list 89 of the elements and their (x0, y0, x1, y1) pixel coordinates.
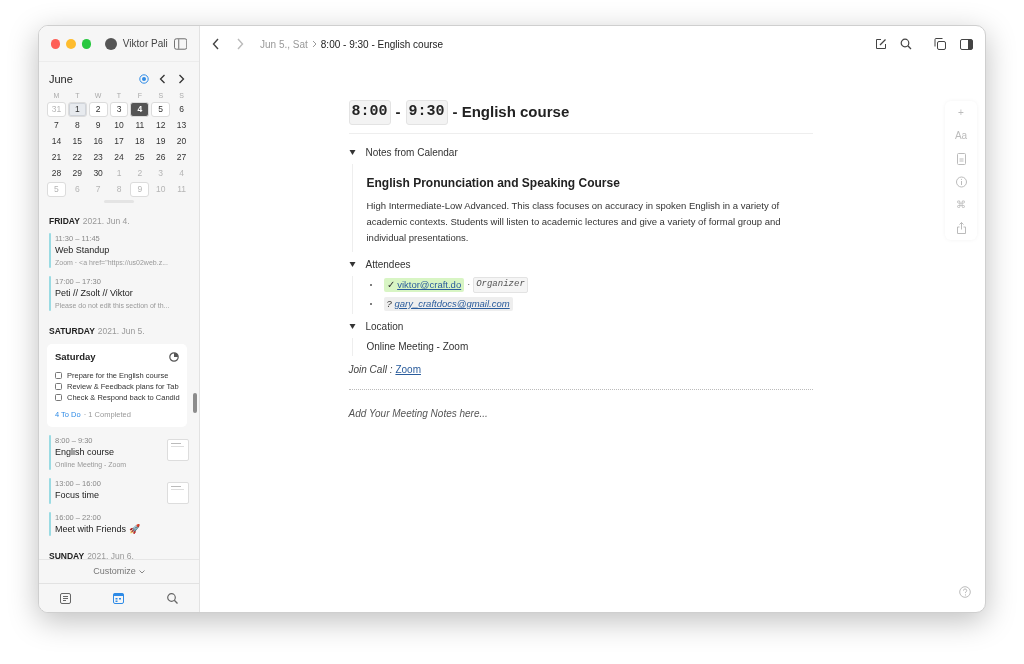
search-icon[interactable] (900, 38, 912, 50)
location-text: Online Meeting - Zoom (366, 340, 470, 354)
month-title: June (49, 71, 73, 87)
calendar-day[interactable]: 18 (130, 134, 150, 149)
calendar-day[interactable]: 11 (130, 118, 150, 133)
day-date: 2021. Jun 5. (97, 325, 145, 338)
disclosure-triangle-icon[interactable] (348, 149, 356, 156)
calendar-day[interactable]: 13 (172, 118, 191, 133)
calendar-day[interactable]: 20 (172, 134, 191, 149)
toggle-label[interactable]: Attendees (365, 257, 411, 272)
time-code: 8:00 (348, 100, 391, 125)
calendar-day[interactable]: 1 (67, 102, 87, 117)
day-heading: SUNDAY (49, 549, 85, 559)
attendee-chip[interactable]: ? gary_craftdocs@gmail.com (383, 296, 513, 312)
event-title[interactable]: Meet with Friends 🚀 (55, 522, 189, 536)
document-title: - English course (452, 102, 570, 122)
page-thumbnail[interactable] (167, 438, 189, 461)
calendar-day[interactable]: 7 (47, 118, 66, 133)
notes-icon[interactable] (59, 591, 73, 605)
checkbox[interactable] (55, 394, 62, 402)
calendar-day[interactable]: 16 (88, 134, 108, 149)
calendar-day[interactable]: 22 (67, 150, 87, 165)
toggle-label[interactable]: Location (365, 319, 404, 334)
calendar-icon[interactable] (112, 591, 126, 605)
calendar-day[interactable]: 28 (47, 166, 66, 181)
day-heading: SATURDAY (49, 325, 95, 338)
calendar-day[interactable]: 19 (151, 134, 171, 149)
section-heading: English Pronunciation and Speaking Course (366, 174, 621, 192)
checkbox[interactable] (55, 383, 62, 391)
calendar-day[interactable]: 15 (67, 134, 87, 149)
calendar-day[interactable]: 6 (172, 102, 191, 117)
panel-toggle-icon[interactable] (960, 38, 973, 50)
event-title[interactable]: Peti // Zsolt // Viktor (55, 287, 189, 301)
duplicate-icon[interactable] (934, 38, 946, 50)
time-code: 9:30 (405, 100, 448, 125)
customize-button[interactable]: Customize (93, 564, 145, 579)
day-date: 2021. Jun 4. (82, 214, 130, 228)
sidebar-toggle-icon[interactable] (173, 37, 187, 50)
calendar-day[interactable]: 4 (130, 102, 150, 117)
calendar-day[interactable]: 26 (151, 150, 171, 165)
zoom-link[interactable]: Zoom (395, 361, 421, 377)
progress-pie-icon (169, 352, 179, 363)
event-title[interactable]: Web Standup (55, 244, 189, 258)
description-text: High Intermediate-Low Advanced. This class focuses on accuracy in spoken English in a variety of academic contexts. Students will listen to academic lectures and give a variety of formal group and individual presentations. (366, 198, 782, 245)
scrollbar-thumb[interactable] (193, 392, 197, 413)
calendar-day[interactable]: 5 (151, 102, 171, 117)
checkbox[interactable] (55, 372, 62, 380)
today-icon[interactable] (139, 74, 149, 84)
previous-month-icon[interactable] (159, 74, 166, 84)
calendar-day[interactable]: 3 (109, 102, 129, 117)
breadcrumb-current: 8:00 - 9:30 - English course (320, 37, 444, 52)
role-tag: Organizer (473, 277, 528, 293)
separator-text: · (467, 278, 471, 292)
toggle-label[interactable]: Notes from Calendar (365, 145, 458, 160)
calendar-day[interactable]: 2 (88, 102, 108, 117)
calendar-day[interactable]: 17 (109, 134, 129, 149)
compose-icon[interactable] (875, 38, 887, 50)
attendee-chip[interactable]: ✓ viktor@craft.do (383, 277, 465, 293)
disclosure-triangle-icon[interactable] (348, 323, 356, 330)
document-title: - (395, 102, 401, 122)
calendar-day[interactable]: 10 (109, 118, 129, 133)
close-button[interactable] (51, 38, 61, 49)
page-thumbnail[interactable] (167, 481, 189, 504)
disclosure-triangle-icon[interactable] (348, 261, 356, 268)
calendar-day[interactable]: 27 (172, 150, 191, 165)
card-title: Saturday (55, 350, 96, 364)
event-title[interactable]: Focus time (55, 488, 163, 502)
calendar-day[interactable]: 23 (88, 150, 108, 165)
calendar-day[interactable]: 12 (151, 118, 171, 133)
next-month-icon[interactable] (178, 74, 185, 84)
chevron-down-icon (138, 569, 145, 574)
calendar-day[interactable]: 9 (88, 118, 108, 133)
day-date: 2021. Jun 6. (87, 549, 134, 559)
calendar-day[interactable]: 8 (67, 118, 87, 133)
notes-placeholder[interactable]: Add Your Meeting Notes here... (348, 405, 813, 421)
calendar-day[interactable]: 29 (67, 166, 87, 181)
breadcrumb-chevron-icon (311, 40, 317, 48)
calendar-day[interactable]: 25 (130, 150, 150, 165)
search-icon[interactable] (165, 591, 179, 605)
back-icon[interactable] (212, 38, 220, 50)
avatar-icon (105, 37, 117, 50)
calendar-day[interactable]: 21 (47, 150, 66, 165)
user-name[interactable]: Viktor Pali (122, 36, 168, 51)
calendar-day[interactable]: 14 (47, 134, 66, 149)
event-title[interactable]: English course (55, 445, 163, 459)
join-call-label: Join Call : (348, 362, 393, 377)
calendar-day[interactable]: 24 (109, 150, 129, 165)
day-heading: FRIDAY (49, 214, 80, 228)
calendar-day[interactable]: 30 (88, 166, 108, 181)
